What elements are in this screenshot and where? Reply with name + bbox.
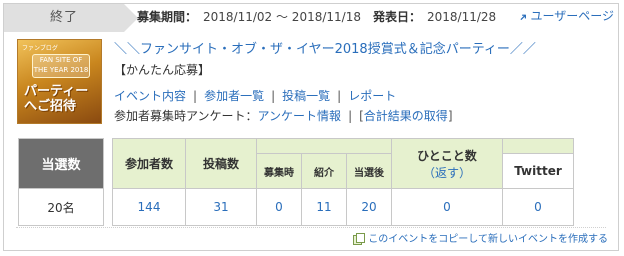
after-win-header: 当選後 [346,153,392,189]
nav-participants[interactable]: 参加者一覧 [204,89,264,103]
copy-event-link[interactable]: このイベントをコピーして新しいイベントを作成する [353,233,608,247]
event-card: 終了 募集期間： 2018/11/02 〜 2018/11/18 発表日： 2018/… [3,3,619,251]
twitter-header: Twitter [502,153,574,189]
footer-divider [16,227,606,228]
survey-row: 参加者募集時アンケート：アンケート情報 | [合計結果の取得] [114,108,453,124]
twitter-count-value: 0 [534,200,542,214]
nav-event-content[interactable]: イベント内容 [114,89,186,103]
comment-count-value: 0 [443,200,451,214]
recruit-period-value: 2018/11/02 〜 2018/11/18 [203,10,361,24]
posts-count-value: 31 [213,200,229,214]
nav-report[interactable]: レポート [348,89,396,103]
participants-header: 参加者数 [112,138,186,189]
status-tab: 終了 [4,4,138,32]
posts-breakdown-header [256,138,392,154]
counts-table: 参加者数 投稿数 ひとこと数 （返す） 募集時 紹介 当選後 Twitter 1… [112,138,574,226]
intro-count[interactable]: 11 [301,188,347,226]
event-title-link[interactable]: ＼＼ファンサイト・オブ・ザ・イヤー2018授賞式＆記念パーティー／／ [114,41,536,58]
winners-table: 当選数 20名 [18,138,104,226]
at-recruit-count[interactable]: 0 [256,188,302,226]
twitter-header-top [502,138,574,154]
at-recruit-count-value: 0 [275,200,283,214]
posts-count[interactable]: 31 [185,188,257,226]
winners-header: 当選数 [18,138,104,189]
comment-reply-link[interactable]: （返す） [392,164,502,181]
announce-date-label: 発表日： [372,10,421,24]
nav-separator: | [337,89,342,103]
survey-info-link[interactable]: アンケート情報 [258,109,342,123]
twitter-count[interactable]: 0 [502,188,574,226]
thumbnail-small-text: ファンブログ [22,45,58,52]
at-recruit-header: 募集時 [256,153,302,189]
copy-event-label: このイベントをコピーして新しいイベントを作成する [368,234,608,245]
survey-prefix: 参加者募集時アンケート： [114,109,258,123]
event-period: 募集期間： 2018/11/02 〜 2018/11/18 発表日： 2018/11/… [137,7,508,27]
participants-count-value: 144 [137,200,161,214]
event-thumbnail[interactable]: ファンブログ FAN SITE OF THE YEAR 2018 パーティーへご… [17,39,102,124]
copy-icon [353,233,366,245]
nav-separator: | [271,89,276,103]
user-page-link[interactable]: ➜ユーザーページ [517,5,614,29]
winners-value: 20名 [18,188,104,226]
nav-posts[interactable]: 投稿一覧 [282,89,330,103]
survey-separator: | [348,109,353,123]
status-label: 終了 [49,10,78,25]
intro-header: 紹介 [301,153,347,189]
event-subtitle: 【かんたん応募】 [114,63,211,77]
thumbnail-big-text: パーティーへご招待 [24,84,89,114]
thumbnail-badge: FAN SITE OF THE YEAR 2018 [32,54,90,78]
participants-count[interactable]: 144 [112,188,186,226]
recruit-period-label: 募集期間： [137,10,198,24]
after-win-count[interactable]: 20 [346,188,392,226]
comment-header-label: ひとこと数 [417,148,477,163]
after-win-count-value: 20 [361,200,377,214]
comment-header: ひとこと数 （返す） [391,138,503,189]
nav-separator: | [193,89,198,103]
survey-result-link[interactable]: 合計結果の取得 [364,109,448,123]
event-nav: イベント内容 | 参加者一覧 | 投稿一覧 | レポート [114,88,396,104]
user-page-label: ユーザーページ [530,9,614,23]
announce-date-value: 2018/11/28 [427,10,497,24]
comment-count[interactable]: 0 [391,188,503,226]
posts-header: 投稿数 [185,138,257,189]
bracket-close: ] [447,109,453,123]
intro-count-value: 11 [316,200,332,214]
